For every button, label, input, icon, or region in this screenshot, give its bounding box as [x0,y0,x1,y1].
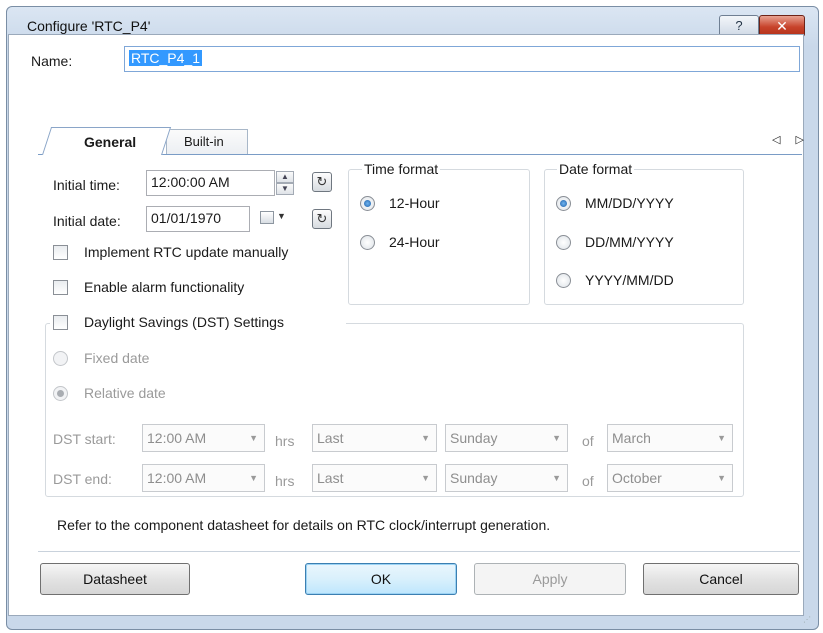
dst-end-day-select[interactable]: Sunday ▼ [445,464,568,492]
radio-24-hour[interactable] [360,235,375,250]
alarm-checkbox[interactable] [53,280,68,295]
dst-start-label: DST start: [53,431,116,447]
dst-end-hrs-label: hrs [275,473,295,489]
ok-button[interactable]: OK [305,563,457,595]
resize-grip-icon[interactable]: ⋰ [803,615,811,624]
radio-24-hour-label: 24-Hour [389,234,440,250]
dst-start-of-label: of [582,433,594,449]
date-refresh-icon[interactable]: ↻ [312,209,332,229]
initial-time-input[interactable]: 12:00:00 AM [146,170,275,196]
time-down-icon[interactable]: ▼ [276,183,294,195]
radio-dd-mm-yyyy[interactable] [556,235,571,250]
radio-dd-mm-yyyy-label: DD/MM/YYYY [585,234,674,250]
info-text: Refer to the component datasheet for det… [57,517,551,533]
time-up-icon[interactable]: ▲ [276,171,294,183]
name-label: Name: [31,53,73,69]
chevron-down-icon: ▼ [421,433,430,443]
dst-end-time-select[interactable]: 12:00 AM ▼ [142,464,265,492]
chevron-down-icon: ▼ [717,473,726,483]
radio-mm-dd-yyyy-label: MM/DD/YYYY [585,195,674,211]
initial-date-value: 01/01/1970 [151,210,222,226]
dst-start-day-select[interactable]: Sunday ▼ [445,424,568,452]
radio-yyyy-mm-dd[interactable] [556,273,571,288]
radio-fixed-date[interactable] [53,351,68,366]
separator [38,551,800,552]
dst-checkbox[interactable] [53,315,68,330]
name-input[interactable]: RTC_P4_1 [124,46,800,72]
cancel-button[interactable]: Cancel [643,563,799,595]
chevron-down-icon: ▼ [552,433,561,443]
dst-end-month-value: October [612,470,662,486]
name-input-value: RTC_P4_1 [129,50,203,66]
radio-relative-date[interactable] [53,386,68,401]
initial-date-input[interactable]: 01/01/1970 [146,206,250,232]
dst-start-week-select[interactable]: Last ▼ [312,424,437,452]
date-format-title: Date format [557,161,635,177]
tab-general-label: General [84,134,137,150]
radio-12-hour-label: 12-Hour [389,195,440,211]
dst-start-week-value: Last [317,430,344,446]
calendar-icon[interactable] [260,211,274,224]
chevron-down-icon: ▼ [552,473,561,483]
chevron-down-icon: ▼ [717,433,726,443]
dst-start-time-value: 12:00 AM [147,430,207,446]
datasheet-button[interactable]: Datasheet [40,563,190,595]
dst-start-month-select[interactable]: March ▼ [607,424,733,452]
dst-end-label: DST end: [53,471,112,487]
dst-label: Daylight Savings (DST) Settings [84,314,284,330]
dst-end-of-label: of [582,473,594,489]
time-format-title: Time format [362,161,441,177]
date-dropdown-icon[interactable]: ▼ [277,211,286,221]
radio-relative-date-label: Relative date [84,385,166,401]
dst-start-time-select[interactable]: 12:00 AM ▼ [142,424,265,452]
initial-time-value: 12:00:00 AM [151,174,230,190]
dst-end-day-value: Sunday [450,470,498,486]
rtc-manual-label: Implement RTC update manually [84,244,289,260]
window-title: Configure 'RTC_P4' [27,18,151,34]
radio-yyyy-mm-dd-label: YYYY/MM/DD [585,272,674,288]
alarm-label: Enable alarm functionality [84,279,245,295]
radio-fixed-date-label: Fixed date [84,350,150,366]
dst-end-time-value: 12:00 AM [147,470,207,486]
dst-end-week-value: Last [317,470,344,486]
dst-start-hrs-label: hrs [275,433,295,449]
rtc-manual-checkbox[interactable] [53,245,68,260]
chevron-down-icon: ▼ [249,433,258,443]
chevron-down-icon: ▼ [249,473,258,483]
dst-start-month-value: March [612,430,651,446]
radio-12-hour[interactable] [360,196,375,211]
dst-end-week-select[interactable]: Last ▼ [312,464,437,492]
apply-button[interactable]: Apply [474,563,626,595]
radio-mm-dd-yyyy[interactable] [556,196,571,211]
time-refresh-icon[interactable]: ↻ [312,172,332,192]
initial-time-label: Initial time: [53,177,120,193]
dst-end-month-select[interactable]: October ▼ [607,464,733,492]
initial-date-label: Initial date: [53,213,121,229]
dst-start-day-value: Sunday [450,430,498,446]
chevron-down-icon: ▼ [421,473,430,483]
tab-built-in-label: Built-in [184,134,224,149]
tab-scroll-arrows-icon[interactable]: ◁ ▷ [772,133,810,146]
